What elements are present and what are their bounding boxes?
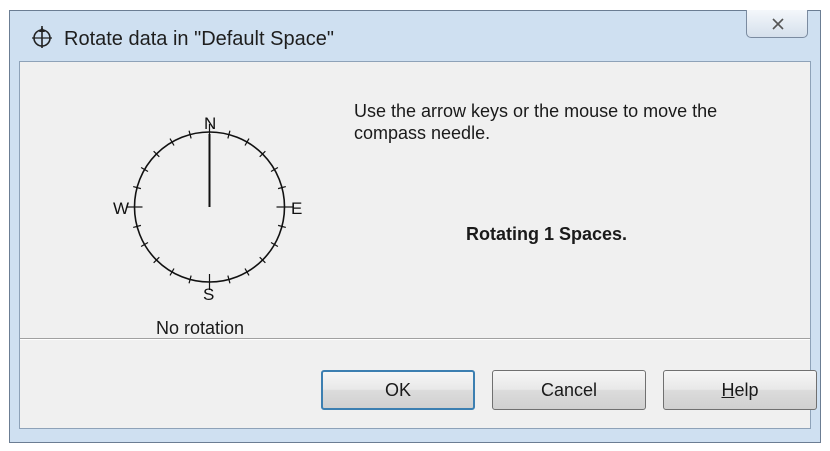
- compass-west-label: W: [113, 199, 129, 218]
- compass-icon: [30, 25, 54, 49]
- title-bar[interactable]: Rotate data in "Default Space": [10, 10, 820, 61]
- compass-north-label: N: [204, 114, 216, 133]
- compass-east-label: E: [291, 199, 302, 218]
- instructions-text: Use the arrow keys or the mouse to move …: [354, 101, 718, 143]
- content-area: N S E W No rotation Use the arrow keys o…: [20, 62, 810, 338]
- rotation-status-label: No rotation: [155, 318, 245, 338]
- help-button[interactable]: Help: [663, 370, 817, 410]
- help-label-rest: elp: [734, 380, 759, 400]
- close-button[interactable]: [746, 10, 808, 38]
- compass-south-label: S: [203, 285, 214, 302]
- rotating-status-text: Rotating 1 Spaces.: [466, 224, 628, 244]
- separator: [20, 338, 810, 340]
- help-mnemonic: H: [721, 380, 735, 400]
- cancel-button[interactable]: Cancel: [492, 370, 646, 410]
- rotate-data-dialog: Rotate data in "Default Space" N S E W N…: [9, 10, 821, 443]
- compass-dial[interactable]: N S E W: [80, 87, 320, 302]
- close-icon: [772, 18, 784, 30]
- dialog-body: N S E W No rotation Use the arrow keys o…: [19, 61, 817, 429]
- ok-button[interactable]: OK: [321, 370, 475, 410]
- window-title: Rotate data in "Default Space": [64, 28, 334, 50]
